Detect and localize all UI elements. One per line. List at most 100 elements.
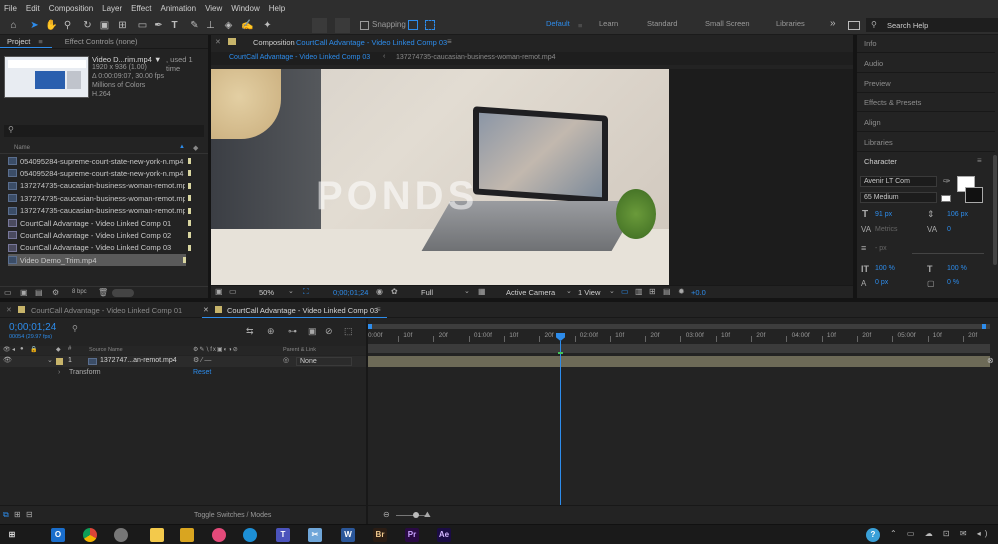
transform-reset[interactable]: Reset xyxy=(193,369,211,376)
timeline-menu-icon[interactable]: ≡ xyxy=(376,305,381,314)
work-area-end[interactable] xyxy=(982,324,986,329)
project-item[interactable]: 137274735-caucasian-business-woman-remot… xyxy=(8,205,191,217)
video-visibility-icon[interactable]: 👁 xyxy=(3,346,11,353)
magnification-icon[interactable]: ▭ xyxy=(229,287,237,296)
pen-tool-icon[interactable]: ✒ xyxy=(151,18,166,33)
label-color-swatch[interactable] xyxy=(188,182,191,189)
stroke-color-swatch[interactable] xyxy=(965,187,983,203)
horizontal-scale-value[interactable]: 100 % xyxy=(947,265,967,272)
workspace-menu-icon[interactable]: ≡ xyxy=(578,21,582,30)
layer-row[interactable]: 👁 ⌄ 1 1372747...an-remot.mp4 ⚙ ⁄ — ◎ Non… xyxy=(0,356,366,367)
word-icon[interactable]: W xyxy=(341,528,355,542)
clone-tool-icon[interactable]: ⊥ xyxy=(203,18,218,33)
layer-name[interactable]: 1372747...an-remot.mp4 xyxy=(100,357,177,364)
snapshot-icon[interactable]: ◉ xyxy=(376,287,383,296)
workspace-small-screen[interactable]: Small Screen xyxy=(705,19,750,28)
panel-audio[interactable]: Audio xyxy=(864,59,883,68)
premiere-icon[interactable]: Pr xyxy=(405,528,419,542)
transparency-grid-icon[interactable]: ▦ xyxy=(478,287,486,296)
workspace-libraries[interactable]: Libraries xyxy=(776,19,805,28)
zoom-in-icon[interactable]: ⛰ xyxy=(424,510,431,520)
trash-icon[interactable]: 🗑 xyxy=(98,288,108,297)
panel-preview[interactable]: Preview xyxy=(864,79,891,88)
zoom-out-icon[interactable]: ⊖ xyxy=(383,510,390,519)
work-area-start[interactable] xyxy=(368,324,372,329)
eye-icon[interactable]: 👁 xyxy=(3,356,12,364)
chevron-down-icon[interactable]: ⌄ xyxy=(609,287,615,295)
edge-icon[interactable] xyxy=(243,528,257,542)
view-select[interactable]: 1 View xyxy=(578,288,600,297)
comp-button-icon[interactable]: ⊗ xyxy=(987,356,996,367)
timeline-timecode[interactable]: 0;00;01;24 xyxy=(9,322,56,333)
workspace-panel-icon[interactable] xyxy=(848,21,860,30)
label-color-swatch[interactable] xyxy=(188,170,191,177)
project-search-input[interactable]: ⚲ xyxy=(4,125,204,137)
home-icon[interactable]: ⌂ xyxy=(6,18,21,33)
tab-project[interactable]: Project xyxy=(7,37,30,46)
panel-character-title[interactable]: Character xyxy=(864,157,897,166)
comp-mini-flowchart-icon[interactable]: ⇆ xyxy=(246,326,254,337)
time-ruler[interactable]: 0:00f 10f 20f 01:00f 10f 20f 02:00f 10f 20f 03:00… xyxy=(368,330,990,343)
toggle-pixel-icon[interactable]: ▭ xyxy=(621,287,629,296)
transform-label[interactable]: Transform xyxy=(69,369,101,376)
menu-help[interactable]: Help xyxy=(265,4,290,13)
workspace-learn[interactable]: Learn xyxy=(599,19,618,28)
zoom-slider-track[interactable] xyxy=(396,515,426,516)
snapping-checkbox[interactable] xyxy=(360,21,369,30)
work-area-bar[interactable] xyxy=(368,324,990,329)
label-color-swatch[interactable] xyxy=(188,220,191,226)
frame-blending-icon[interactable]: ▣ xyxy=(308,326,317,337)
search-help-field[interactable]: ⚲ Search Help xyxy=(866,18,998,32)
workspace-default[interactable]: Default xyxy=(546,19,570,28)
baseline-value[interactable]: 0 px xyxy=(875,279,888,286)
navigator-bar[interactable] xyxy=(368,344,990,353)
thumb-name[interactable]: Video D...rim.mp4 ▼ xyxy=(92,55,161,64)
comp-title[interactable]: CourtCall Advantage - Video Linked Comp … xyxy=(296,38,447,47)
puppet-tool-icon[interactable]: ✦ xyxy=(260,18,275,33)
project-item[interactable]: 054095284-supreme-court-state-new-york-n… xyxy=(8,167,191,179)
chevron-down-icon[interactable]: ⌄ xyxy=(288,287,294,295)
col-source-name[interactable]: Source Name xyxy=(89,347,123,353)
col-name[interactable]: Name xyxy=(14,145,30,151)
snip-icon[interactable]: ✂ xyxy=(308,528,322,542)
eyedropper-icon[interactable]: ✑ xyxy=(943,176,951,187)
project-item[interactable]: Video Demo_Trim.mp4 xyxy=(8,254,186,267)
tsume-value[interactable]: 0 % xyxy=(947,279,959,286)
modes-toggle-icon[interactable]: ⊞ xyxy=(14,510,21,519)
toggle-switches-modes[interactable]: Toggle Switches / Modes xyxy=(194,512,271,519)
stroke-width-value[interactable]: - px xyxy=(875,245,887,252)
kerning-value[interactable]: Metrics xyxy=(875,226,898,233)
white-swatch[interactable] xyxy=(941,195,951,202)
snap-icon-2[interactable] xyxy=(425,20,435,30)
expand-chevron-icon[interactable]: ⌄ xyxy=(47,356,53,364)
file-explorer-icon[interactable] xyxy=(180,528,194,542)
comp-timecode[interactable]: 0;00;01;24 xyxy=(333,288,368,297)
menu-animation[interactable]: Animation xyxy=(156,4,201,13)
audio-icon[interactable]: ◂ xyxy=(12,346,15,353)
motion-blur-icon[interactable]: ⊘ xyxy=(325,326,333,337)
panel-align[interactable]: Align xyxy=(864,118,881,127)
new-folder-icon[interactable]: ▣ xyxy=(20,288,28,297)
menu-effect[interactable]: Effect xyxy=(127,4,156,13)
after-effects-icon[interactable]: Ae xyxy=(437,528,451,542)
project-item[interactable]: CourtCall Advantage - Video Linked Comp … xyxy=(8,242,191,254)
workspace-more-icon[interactable]: » xyxy=(830,18,836,29)
interpret-footage-icon[interactable]: ▭ xyxy=(4,288,12,297)
sticky-notes-icon[interactable] xyxy=(150,528,164,542)
layer-track-bar[interactable] xyxy=(368,356,990,367)
thumbnail-slider[interactable] xyxy=(112,289,134,297)
photos-icon[interactable] xyxy=(212,528,226,542)
help-icon[interactable]: ? xyxy=(866,528,880,542)
pan-behind-icon[interactable]: ⊞ xyxy=(115,18,130,33)
character-menu-icon[interactable]: ≡ xyxy=(977,156,982,165)
tab-layer[interactable]: 137274735-caucasian-business-woman-remot… xyxy=(396,54,556,61)
project-item[interactable]: 054095284-supreme-court-state-new-york-n… xyxy=(8,155,191,167)
layer-switches-toggle-icon[interactable]: ⧉ xyxy=(3,510,9,520)
close-icon[interactable]: ✕ xyxy=(215,38,221,46)
teams-icon[interactable]: T xyxy=(276,528,290,542)
color-icon[interactable]: ✿ xyxy=(391,287,398,296)
exposure-icon[interactable]: ✹ xyxy=(678,287,685,296)
font-size-value[interactable]: 91 px xyxy=(875,211,892,218)
close-icon[interactable]: ✕ xyxy=(6,306,12,314)
tab-timeline-comp-01[interactable]: CourtCall Advantage - Video Linked Comp … xyxy=(31,306,182,315)
